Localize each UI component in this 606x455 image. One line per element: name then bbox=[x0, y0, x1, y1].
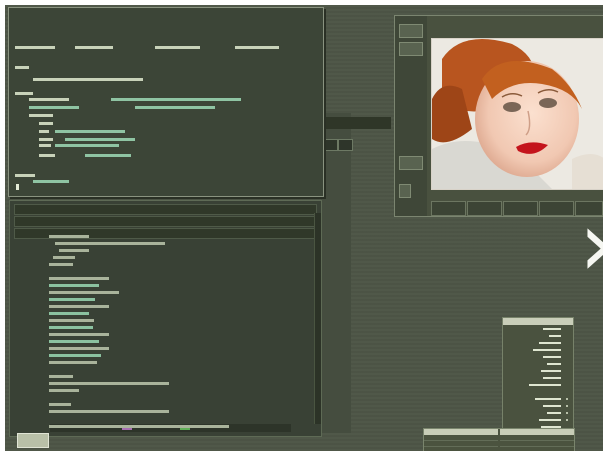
viewer-side-button[interactable] bbox=[399, 156, 423, 170]
viewer-side-button[interactable] bbox=[399, 42, 423, 56]
portrait-image bbox=[432, 39, 603, 189]
context-menu[interactable] bbox=[502, 317, 574, 439]
submenu[interactable] bbox=[423, 428, 575, 451]
submenu-column bbox=[424, 429, 498, 451]
chevron-right-icon[interactable]: › bbox=[579, 195, 603, 295]
desktop: › bbox=[5, 5, 603, 451]
code-lines bbox=[49, 235, 229, 428]
terminal-text bbox=[15, 46, 279, 183]
viewer-side-button[interactable] bbox=[399, 184, 411, 198]
taskbar-tab[interactable] bbox=[17, 433, 49, 448]
menu-title-bar bbox=[503, 318, 573, 325]
editor-tab-strip bbox=[14, 204, 317, 215]
editor-tab-strip bbox=[14, 216, 317, 227]
viewer-button[interactable] bbox=[503, 201, 538, 216]
terminal-window[interactable] bbox=[8, 7, 324, 197]
viewer-button[interactable] bbox=[431, 201, 466, 216]
viewer-sidebar bbox=[395, 16, 427, 216]
viewer-button[interactable] bbox=[539, 201, 574, 216]
terminal-cursor bbox=[16, 184, 19, 190]
menu-items bbox=[529, 328, 568, 428]
toolbar-button[interactable] bbox=[323, 139, 338, 151]
portrait-photo bbox=[431, 38, 603, 190]
toolbar-button[interactable] bbox=[338, 139, 353, 151]
viewer-button[interactable] bbox=[467, 201, 502, 216]
submenu-column bbox=[500, 429, 574, 451]
viewer-side-button[interactable] bbox=[399, 24, 423, 38]
panel-header-strip bbox=[321, 117, 391, 129]
image-viewer-window[interactable] bbox=[394, 15, 603, 217]
